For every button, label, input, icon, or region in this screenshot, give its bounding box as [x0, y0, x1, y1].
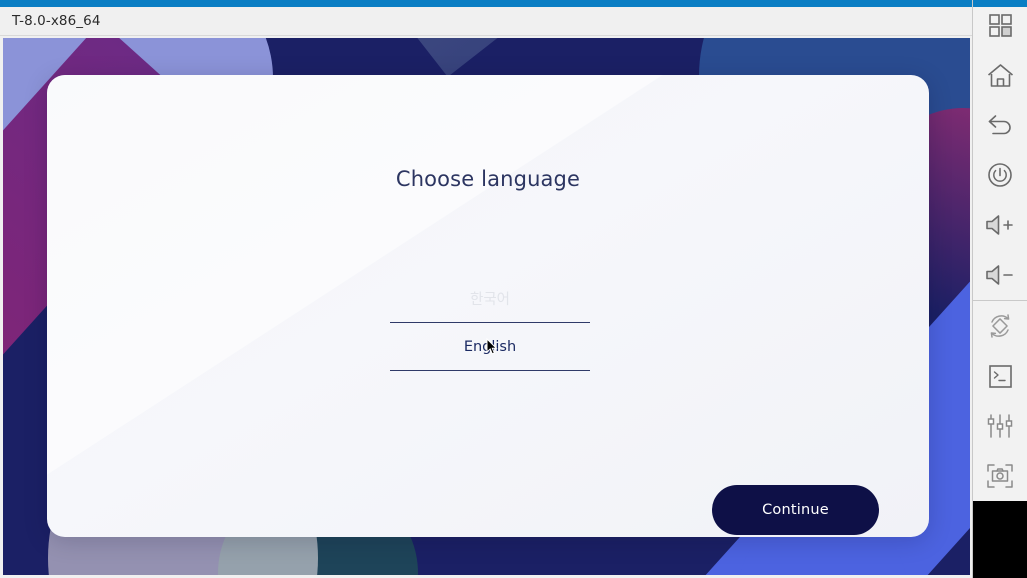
language-divider-bottom [390, 370, 590, 371]
page-title: Choose language [395, 167, 581, 191]
emulator-app: T-8.0-x86_64 Choose language 한국어 English… [0, 0, 1027, 578]
device-screen-frame: Choose language 한국어 English Continue [0, 36, 972, 578]
window-accent-bar [0, 0, 972, 7]
emulator-window: T-8.0-x86_64 Choose language 한국어 English… [0, 0, 972, 578]
setup-card: Choose language 한국어 English Continue [47, 75, 929, 537]
continue-button[interactable]: Continue [712, 485, 879, 535]
rotate-icon[interactable] [973, 301, 1027, 351]
power-icon[interactable] [973, 150, 1027, 200]
settings-sliders-icon[interactable] [973, 401, 1027, 451]
terminal-icon[interactable] [973, 351, 1027, 401]
language-picker[interactable]: 한국어 English [390, 275, 590, 371]
language-option-english[interactable]: English [390, 323, 590, 370]
volume-up-icon[interactable] [973, 200, 1027, 250]
toolbar-accent-bar [973, 0, 1027, 7]
back-icon[interactable] [973, 100, 1027, 150]
toolbar-empty-area [972, 501, 1027, 578]
window-title: T-8.0-x86_64 [12, 13, 101, 29]
window-titlebar: T-8.0-x86_64 [0, 7, 972, 36]
card-content: Choose language 한국어 English Continue [47, 75, 929, 537]
screenshot-icon[interactable] [973, 451, 1027, 501]
apps-grid-icon[interactable] [973, 0, 1027, 50]
volume-down-icon[interactable] [973, 250, 1027, 300]
device-toolbar [972, 0, 1027, 578]
home-icon[interactable] [973, 50, 1027, 100]
language-option-korean[interactable]: 한국어 [390, 275, 590, 322]
device-screen: Choose language 한국어 English Continue [3, 38, 970, 575]
